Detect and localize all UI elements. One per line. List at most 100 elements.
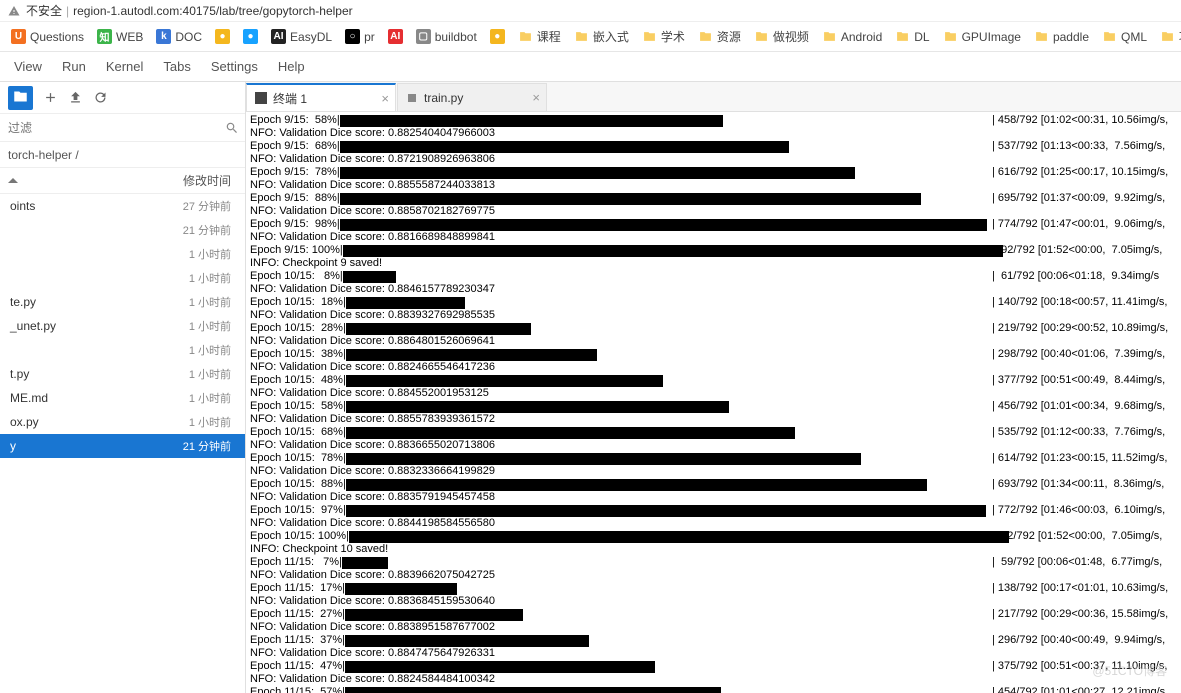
bookmark-item[interactable]: 知WEB: [92, 27, 148, 46]
browser-address-bar: 不安全 | region-1.autodl.com:40175/lab/tree…: [0, 0, 1181, 22]
file-row[interactable]: te.py1 小时前: [0, 290, 245, 314]
progress-bar: [345, 609, 523, 621]
bookmarks-bar: UQuestions知WEBkDOC●●AIEasyDL○prAI▢buildb…: [0, 22, 1181, 52]
bookmark-item[interactable]: ●: [210, 27, 235, 46]
progress-line: Epoch 9/15: 58%|| 458/792 [01:02<00:31, …: [250, 114, 1179, 127]
folder-icon: [1034, 30, 1049, 43]
bookmark-folder[interactable]: Android: [817, 28, 887, 46]
bookmark-item[interactable]: ●: [485, 27, 510, 46]
progress-line: Epoch 11/15: 37%|| 296/792 [00:40<00:49,…: [250, 634, 1179, 647]
menu-item-help[interactable]: Help: [268, 55, 315, 78]
progress-bar: [346, 453, 861, 465]
file-row[interactable]: y21 分钟前: [0, 434, 245, 458]
file-row[interactable]: oints27 分钟前: [0, 194, 245, 218]
file-row[interactable]: 21 分钟前: [0, 218, 245, 242]
bookmark-folder[interactable]: 项目: [1155, 26, 1181, 47]
bookmark-item[interactable]: ▢ buildbot: [411, 27, 482, 46]
file-time: 1 小时前: [189, 318, 231, 334]
bookmark-label: pr: [364, 30, 375, 44]
terminal-line: NFO: Validation Dice score: 0.8844198584…: [250, 517, 1179, 530]
bookmark-item[interactable]: UQuestions: [6, 27, 89, 46]
menu-bar: ViewRunKernelTabsSettingsHelp: [0, 52, 1181, 82]
file-row[interactable]: 1 小时前: [0, 266, 245, 290]
progress-line: Epoch 9/15: 98%|| 774/792 [01:47<00:01, …: [250, 218, 1179, 231]
upload-icon[interactable]: [68, 90, 83, 105]
tab[interactable]: 终端 1×: [246, 83, 396, 111]
progress-bar: [346, 323, 531, 335]
file-row[interactable]: 1 小时前: [0, 242, 245, 266]
progress-line: Epoch 10/15: 78%|| 614/792 [01:23<00:15,…: [250, 452, 1179, 465]
progress-line: Epoch 11/15: 27%|| 217/792 [00:29<00:36,…: [250, 608, 1179, 621]
bookmark-icon: ▢: [416, 29, 431, 44]
bookmark-folder[interactable]: 课程: [513, 26, 566, 47]
menu-item-tabs[interactable]: Tabs: [153, 55, 200, 78]
tab[interactable]: train.py×: [397, 83, 547, 111]
folder-icon: [1102, 30, 1117, 43]
bookmark-item[interactable]: ●: [238, 27, 263, 46]
bookmark-item[interactable]: kDOC: [151, 27, 207, 46]
terminal-line: NFO: Validation Dice score: 0.8825404047…: [250, 127, 1179, 140]
file-row[interactable]: t.py1 小时前: [0, 362, 245, 386]
bookmark-icon: ○: [345, 29, 360, 44]
progress-stats: | 456/792 [01:01<00:34, 9.68img/s,: [992, 400, 1165, 413]
bookmark-item[interactable]: AI: [383, 27, 408, 46]
folder-icon: [574, 30, 589, 43]
file-row[interactable]: ox.py1 小时前: [0, 410, 245, 434]
breadcrumb[interactable]: torch-helper /: [0, 142, 245, 168]
modified-header[interactable]: 修改时间: [183, 172, 231, 189]
progress-bar: [340, 141, 789, 153]
bookmark-folder[interactable]: 资源: [693, 26, 746, 47]
file-browser-sidebar: torch-helper / 修改时间 oints27 分钟前21 分钟前1 小…: [0, 82, 246, 693]
filter-input[interactable]: [6, 117, 225, 139]
progress-bar: [345, 583, 457, 595]
bookmark-item[interactable]: AIEasyDL: [266, 27, 337, 46]
bookmark-folder[interactable]: paddle: [1029, 28, 1094, 46]
progress-line: Epoch 10/15: 38%|| 298/792 [00:40<01:06,…: [250, 348, 1179, 361]
bookmark-folder-label: paddle: [1053, 30, 1089, 44]
content-area: 终端 1×train.py× Epoch 9/15: 58%|| 458/792…: [246, 82, 1181, 693]
close-icon[interactable]: ×: [381, 91, 389, 106]
bookmark-folder[interactable]: DL: [890, 28, 934, 46]
menu-item-settings[interactable]: Settings: [201, 55, 268, 78]
bookmark-folder[interactable]: GPUImage: [938, 28, 1026, 46]
close-icon[interactable]: ×: [532, 90, 540, 105]
file-row[interactable]: 1 小时前: [0, 338, 245, 362]
file-row[interactable]: _unet.py1 小时前: [0, 314, 245, 338]
menu-item-kernel[interactable]: Kernel: [96, 55, 154, 78]
bookmark-label: buildbot: [435, 30, 477, 44]
new-folder-button[interactable]: [8, 86, 33, 110]
progress-bar: [346, 297, 465, 309]
bookmark-folder[interactable]: 嵌入式: [569, 26, 634, 47]
terminal-line: INFO: Checkpoint 9 saved!: [250, 257, 1179, 270]
bookmark-folder-label: QML: [1121, 30, 1147, 44]
caret-up-icon[interactable]: [8, 176, 18, 186]
bookmark-folder[interactable]: QML: [1097, 28, 1152, 46]
refresh-icon[interactable]: [93, 90, 108, 105]
bookmark-folder[interactable]: 做视频: [749, 26, 814, 47]
file-name: y: [10, 439, 16, 453]
menu-item-view[interactable]: View: [4, 55, 52, 78]
progress-label: Epoch 11/15: 37%|: [250, 634, 345, 647]
progress-line: Epoch 9/15: 68%|| 537/792 [01:13<00:33, …: [250, 140, 1179, 153]
file-row[interactable]: ME.md1 小时前: [0, 386, 245, 410]
progress-stats: | 772/792 [01:46<00:03, 6.10img/s,: [992, 504, 1165, 517]
terminal-output[interactable]: Epoch 9/15: 58%|| 458/792 [01:02<00:31, …: [246, 112, 1181, 693]
progress-label: Epoch 10/15: 58%|: [250, 400, 346, 413]
terminal-line: NFO: Validation Dice score: 0.8824584484…: [250, 673, 1179, 686]
terminal-line: NFO: Validation Dice score: 0.8864801526…: [250, 335, 1179, 348]
progress-line: Epoch 9/15: 78%|| 616/792 [01:25<00:17, …: [250, 166, 1179, 179]
menu-item-run[interactable]: Run: [52, 55, 96, 78]
search-icon[interactable]: [225, 121, 239, 135]
progress-label: Epoch 10/15: 38%|: [250, 348, 346, 361]
folder-icon: [642, 30, 657, 43]
progress-label: Epoch 11/15: 57%|: [250, 686, 345, 693]
bookmark-item[interactable]: ○ pr: [340, 27, 380, 46]
add-icon[interactable]: [43, 90, 58, 105]
progress-label: Epoch 11/15: 27%|: [250, 608, 345, 621]
progress-label: Epoch 9/15: 58%|: [250, 114, 340, 127]
bookmark-folder[interactable]: 学术: [637, 26, 690, 47]
bookmark-icon: AI: [388, 29, 403, 44]
bookmark-label: Questions: [30, 30, 84, 44]
progress-stats: | 693/792 [01:34<00:11, 8.36img/s,: [992, 478, 1164, 491]
bookmark-folder-label: 课程: [537, 28, 561, 45]
